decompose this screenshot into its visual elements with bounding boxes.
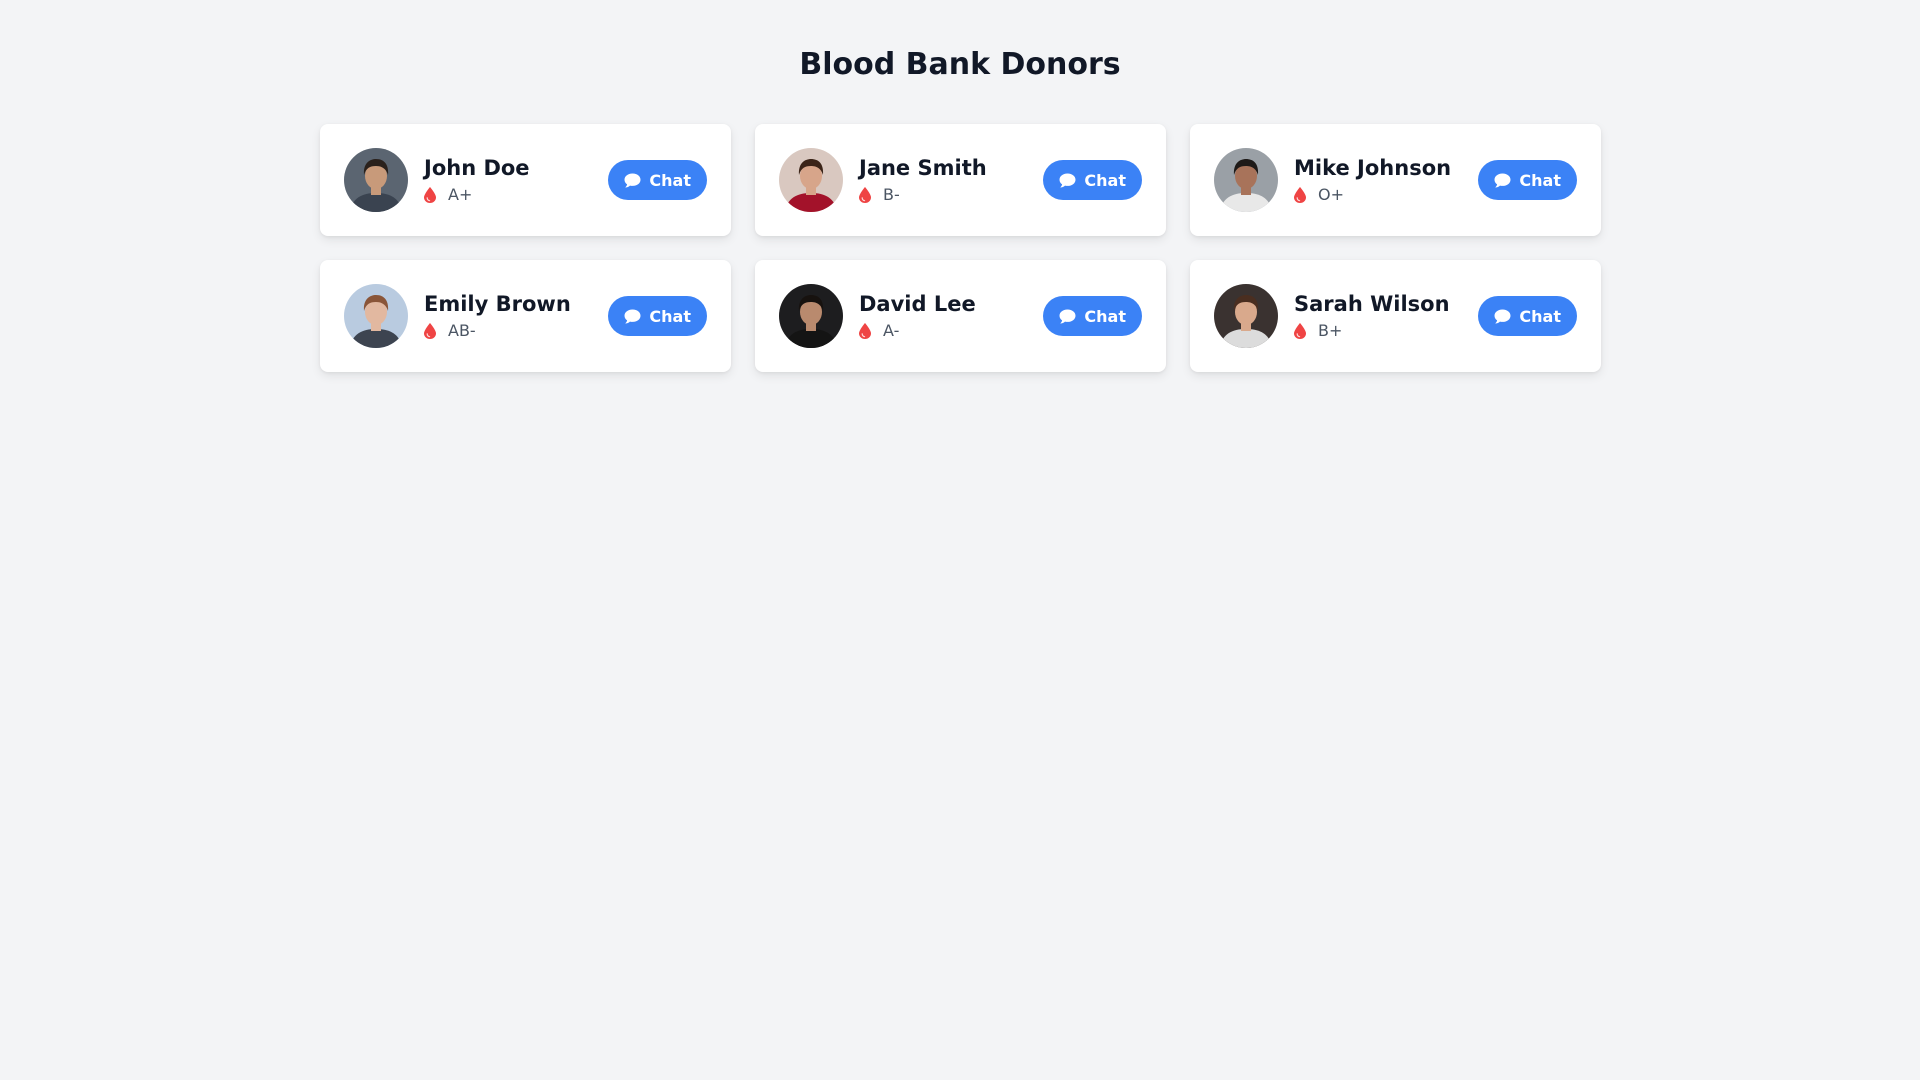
- donor-name: Sarah Wilson: [1294, 292, 1450, 316]
- blood-drop-icon: [859, 187, 871, 203]
- chat-button[interactable]: Chat: [1043, 160, 1142, 200]
- blood-drop-icon: [1294, 323, 1306, 339]
- donor-info: Mike Johnson O+: [1294, 155, 1478, 205]
- blood-type: B+: [1318, 321, 1343, 340]
- donor-card: Mike Johnson O+ Chat: [1190, 124, 1601, 236]
- donor-avatar: [344, 148, 408, 212]
- blood-type-row: O+: [1294, 185, 1478, 205]
- blood-drop-icon: [424, 187, 436, 203]
- blood-type: O+: [1318, 185, 1344, 204]
- blood-type: AB-: [448, 321, 476, 340]
- chat-button-label: Chat: [1084, 306, 1126, 326]
- donor-name: Emily Brown: [424, 292, 571, 316]
- donor-card: Sarah Wilson B+ Chat: [1190, 260, 1601, 372]
- chat-bubble-icon: [1494, 173, 1511, 188]
- blood-drop-icon: [1294, 187, 1306, 203]
- chat-button[interactable]: Chat: [1478, 160, 1577, 200]
- donor-avatar: [779, 284, 843, 348]
- chat-button-label: Chat: [1519, 170, 1561, 190]
- chat-button-label: Chat: [1084, 170, 1126, 190]
- donor-avatar: [779, 148, 843, 212]
- blood-type-row: B-: [859, 185, 1043, 205]
- donor-avatar: [1214, 284, 1278, 348]
- chat-button[interactable]: Chat: [1478, 296, 1577, 336]
- donor-name: Jane Smith: [859, 156, 987, 180]
- blood-type-row: A+: [424, 185, 608, 205]
- chat-bubble-icon: [1059, 309, 1076, 324]
- chat-bubble-icon: [1059, 173, 1076, 188]
- blood-type: A+: [448, 185, 473, 204]
- donor-info: Sarah Wilson B+: [1294, 291, 1478, 341]
- donor-info: Jane Smith B-: [859, 155, 1043, 205]
- chat-button-label: Chat: [649, 306, 691, 326]
- chat-button-label: Chat: [1519, 306, 1561, 326]
- blood-drop-icon: [859, 323, 871, 339]
- chat-bubble-icon: [624, 173, 641, 188]
- blood-type: B-: [883, 185, 900, 204]
- donor-card: John Doe A+ Chat: [320, 124, 731, 236]
- page-title: Blood Bank Donors: [799, 47, 1121, 82]
- donor-grid: John Doe A+ Chat Jane Smith B- Chat Mike…: [320, 124, 1601, 372]
- donor-avatar: [344, 284, 408, 348]
- donor-name: David Lee: [859, 292, 976, 316]
- donor-avatar: [1214, 148, 1278, 212]
- donor-info: Emily Brown AB-: [424, 291, 608, 341]
- blood-type-row: AB-: [424, 321, 608, 341]
- donor-name: Mike Johnson: [1294, 156, 1452, 180]
- blood-type: A-: [883, 321, 900, 340]
- donor-info: David Lee A-: [859, 291, 1043, 341]
- chat-button[interactable]: Chat: [1043, 296, 1142, 336]
- donor-info: John Doe A+: [424, 155, 608, 205]
- chat-button[interactable]: Chat: [608, 296, 707, 336]
- blood-type-row: B+: [1294, 321, 1478, 341]
- donor-card: Emily Brown AB- Chat: [320, 260, 731, 372]
- chat-bubble-icon: [1494, 309, 1511, 324]
- donor-card: David Lee A- Chat: [755, 260, 1166, 372]
- chat-button[interactable]: Chat: [608, 160, 707, 200]
- donor-name: John Doe: [424, 156, 530, 180]
- blood-type-row: A-: [859, 321, 1043, 341]
- chat-bubble-icon: [624, 309, 641, 324]
- blood-drop-icon: [424, 323, 436, 339]
- chat-button-label: Chat: [649, 170, 691, 190]
- donor-card: Jane Smith B- Chat: [755, 124, 1166, 236]
